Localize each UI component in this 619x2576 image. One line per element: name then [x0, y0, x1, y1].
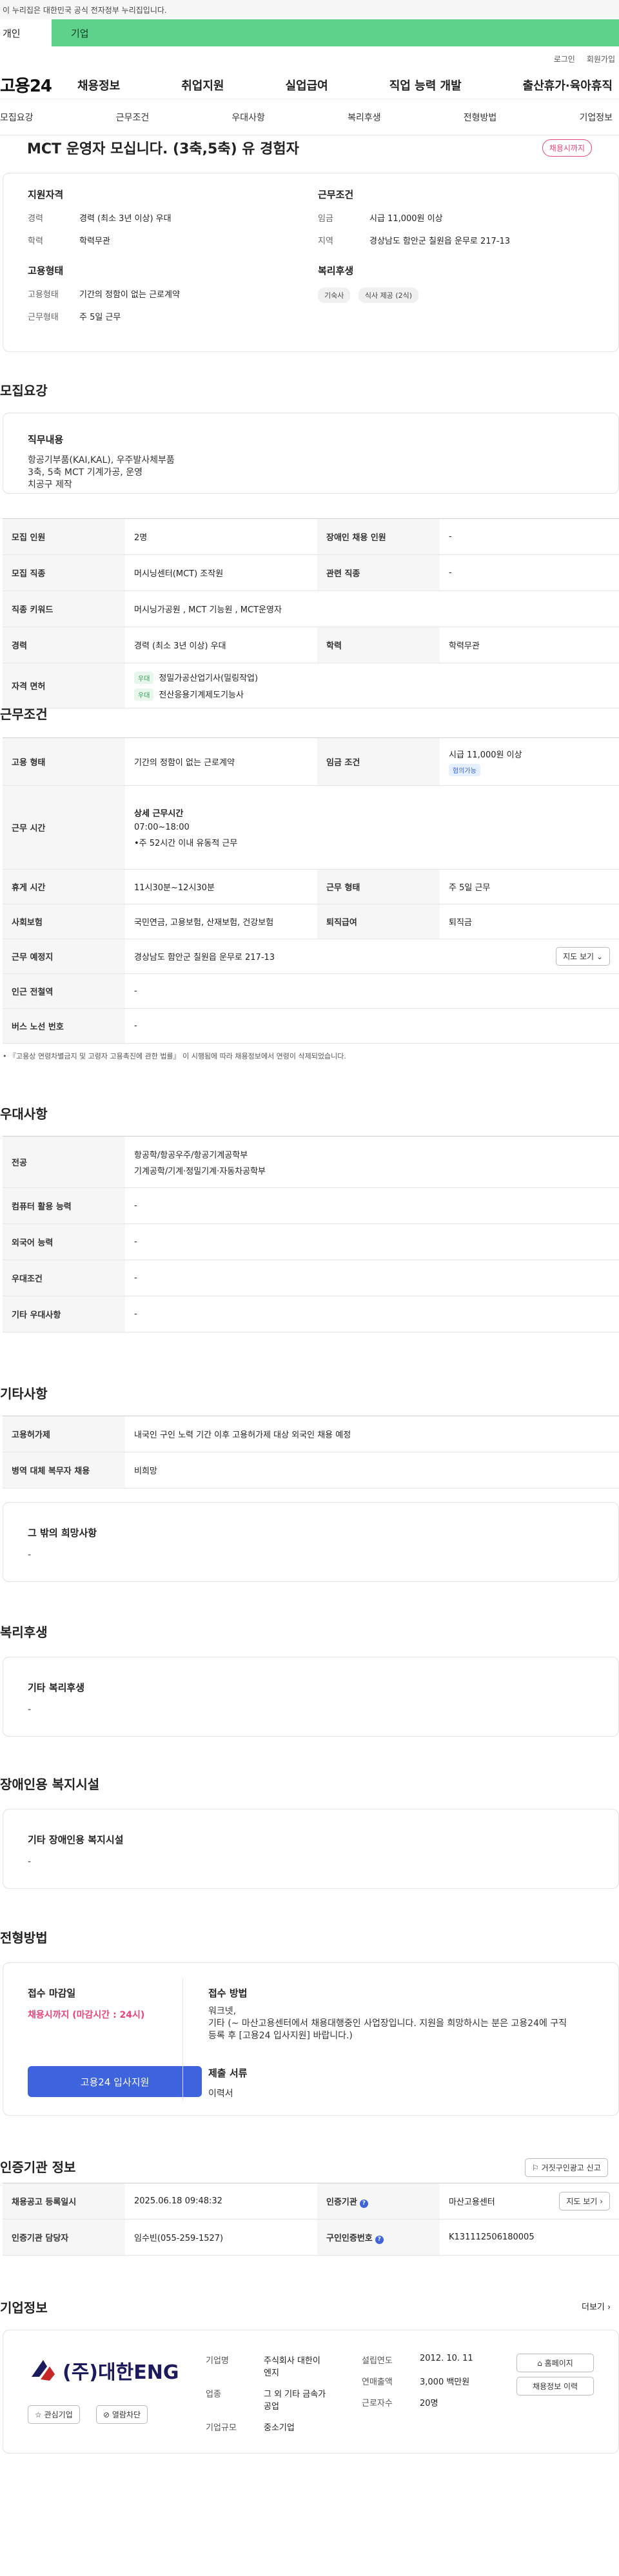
- table-row: 근무 예정지 경상남도 함안군 칠원읍 운무로 217-13 지도 보기 ⌄: [3, 939, 619, 974]
- summary-conditions: 근무조건 임금 시급 11,000원 이상 지역 경상남도 함안군 칠원읍 운무로 …: [318, 189, 511, 246]
- welfare-pill: 기숙사: [318, 288, 351, 303]
- agency-map-button[interactable]: 지도 보기 ›: [559, 2192, 610, 2210]
- table-row: 고용허가제 내국인 구인 노력 기간 이후 고용허가제 대상 외국인 채용 예정: [3, 1416, 619, 1452]
- table-row: 고용 형태 기간의 정함이 없는 근로계약 임금 조건 시급 11,000원 이…: [3, 737, 619, 786]
- site-logo[interactable]: 고용24: [0, 73, 77, 97]
- table-row: 경력 경력 (최소 3년 이상) 우대 학력 학력무관: [3, 627, 619, 663]
- status-badge: 채용시까지: [542, 139, 592, 157]
- table-row: 채용공고 등록일시 2025.06.18 09:48:32 인증기관? 마산고용…: [3, 2183, 619, 2220]
- company-emblem-icon: [28, 2355, 59, 2386]
- table-row: 휴게 시간 11시30분~12시30분 근무 형태 주 5일 근무: [3, 869, 619, 904]
- table-row: 모집 직종 머시닝센터(MCT) 조작원 관련 직종 -: [3, 554, 619, 591]
- company-box: (주)대한ENG ☆ 관심기업 ⊘ 열람차단 기업명 주식회사 대한이 엔지 업종 그…: [3, 2330, 619, 2454]
- section-title-cert: 인증기관 정보: [0, 2160, 76, 2175]
- subnav-selection[interactable]: 전형방법: [464, 111, 497, 124]
- global-nav: 고용24 채용정보 취업지원 실업급여 직업 능력 개발 출산휴가·육아휴직: [0, 71, 619, 99]
- login-link[interactable]: 로그인: [554, 54, 575, 64]
- homepage-button[interactable]: ⌂ 홈페이지: [516, 2354, 594, 2372]
- cert-table: 채용공고 등록일시 2025.06.18 09:48:32 인증기관? 마산고용…: [3, 2183, 619, 2256]
- job-title-row: MCT 운영자 모십니다. (3축,5축) 유 경험자 채용시까지: [0, 135, 619, 160]
- table-row: 자격 면허 우대 정밀가공산업기사(밀링작업) 우대 전산응용기계제도기능사: [3, 663, 619, 708]
- company-more-link[interactable]: 더보기 ›: [582, 2300, 611, 2312]
- table-row: 사회보험 국민연금, 고용보험, 산재보험, 건강보험 퇴직급여 퇴직금: [3, 904, 619, 939]
- subnav-prefer[interactable]: 우대사항: [231, 111, 265, 124]
- signup-link[interactable]: 회원가입: [587, 54, 615, 64]
- section-nav: 모집요강 근무조건 우대사항 복리후생 전형방법 기업정보: [0, 99, 619, 135]
- prefer-table: 전공 항공학/항공우주/항공기계공학부 기계공학/기계·정밀기계·자동차공학부 …: [3, 1136, 619, 1332]
- section-title-selection: 전형방법: [0, 1930, 48, 1946]
- table-row: 인증기관 담당자 임수빈(055-259-1527) 구인인증번호? K1311…: [3, 2219, 619, 2256]
- chevron-right-icon: ›: [600, 2197, 603, 2206]
- gnb-menu: 채용정보 취업지원 실업급여 직업 능력 개발 출산휴가·육아휴직: [77, 77, 619, 93]
- subnav-welfare[interactable]: 복리후생: [348, 111, 381, 124]
- company-logo: (주)대한ENG: [28, 2355, 179, 2386]
- star-icon: ☆: [35, 2410, 42, 2419]
- chevron-down-icon: ⌄: [596, 952, 603, 961]
- job-history-button[interactable]: 채용정보 이력: [516, 2377, 594, 2395]
- section-title-other: 기타사항: [0, 1386, 48, 1401]
- selection-box: 접수 마감일 채용시까지 (마감시간 : 24시) 고용24 입사지원 접수 방…: [3, 1962, 619, 2116]
- table-row: 인근 전철역 -: [3, 973, 619, 1009]
- table-row: 컴퓨터 활용 능력 -: [3, 1187, 619, 1224]
- tab-personal[interactable]: 개인: [0, 19, 52, 46]
- favorite-company-button[interactable]: ☆ 관심기업: [28, 2405, 80, 2424]
- section-title-recruit: 모집요강: [0, 383, 48, 398]
- section-title-disabled-facilities: 장애인용 복지시설: [0, 1777, 100, 1792]
- report-fake-ad-button[interactable]: ⚐ 거짓구인광고 신고: [525, 2158, 608, 2177]
- gnb-item-jobs[interactable]: 채용정보: [77, 77, 120, 93]
- age-notice: • 『고용상 연령차별금지 및 고령자 고용촉진에 관한 법률』 이 시행됨에 …: [3, 1052, 346, 1060]
- info-icon[interactable]: ?: [359, 2199, 368, 2208]
- block-view-button[interactable]: ⊘ 열람차단: [96, 2405, 148, 2424]
- tab-company[interactable]: 기업: [52, 19, 619, 46]
- section-title-company: 기업정보: [0, 2300, 48, 2316]
- company-info-right: 설립연도 2012. 10. 11 연매출액 3,000 백만원 근로자수 20명: [362, 2354, 473, 2408]
- subnav-recruit[interactable]: 모집요강: [0, 111, 34, 124]
- conditions-table: 고용 형태 기간의 정함이 없는 근로계약 임금 조건 시급 11,000원 이…: [3, 737, 619, 1044]
- section-title-welfare: 복리후생: [0, 1625, 48, 1640]
- table-row: 병역 대체 복무자 채용 비희망: [3, 1452, 619, 1488]
- table-row: 전공 항공학/항공우주/항공기계공학부 기계공학/기계·정밀기계·자동차공학부: [3, 1136, 619, 1188]
- table-row: 우대조건 -: [3, 1260, 619, 1296]
- welfare-box: 기타 복리후생 -: [3, 1657, 619, 1737]
- subnav-company[interactable]: 기업정보: [579, 111, 613, 124]
- content-body: 모집요강 직무내용 항공기부품(KAI,KAL), 우주발사체부품 3축, 5축…: [0, 352, 619, 2504]
- divider: [182, 1978, 183, 2101]
- duty-box: 직무내용 항공기부품(KAI,KAL), 우주발사체부품 3축, 5축 MCT …: [3, 413, 619, 494]
- table-row: 근무 시간 상세 근무시간 07:00~18:00 •주 52시간 이내 유동적…: [3, 785, 619, 870]
- summary-card: 지원자격 경력 경력 (최소 3년 이상) 우대 학력 학력무관 근무조건 임금 시급…: [3, 173, 619, 352]
- gnb-item-unemployment[interactable]: 실업급여: [286, 77, 328, 93]
- gov-banner: 이 누리집은 대한민국 공식 전자정부 누리집입니다.: [0, 0, 619, 19]
- other-etc-box: 그 밖의 희망사항 -: [3, 1502, 619, 1582]
- home-icon: ⌂: [537, 2359, 542, 2368]
- gnb-item-leave[interactable]: 출산휴가·육아휴직: [523, 77, 613, 93]
- site-tabs: 개인 기업: [0, 19, 619, 46]
- company-info-left: 기업명 주식회사 대한이 엔지 업종 그 외 기타 금속가 공업 기업규모 중소기업: [206, 2356, 326, 2433]
- job-title: MCT 운영자 모십니다. (3축,5축) 유 경험자: [27, 141, 299, 157]
- section-title-conditions: 근무조건: [0, 707, 48, 722]
- section-title-prefer: 우대사항: [0, 1106, 48, 1122]
- summary-qualification: 지원자격 경력 경력 (최소 3년 이상) 우대 학력 학력무관: [28, 189, 172, 246]
- recruit-table: 모집 인원 2명 장애인 채용 인원 - 모집 직종 머시닝센터(MCT) 조작…: [3, 518, 619, 708]
- chevron-right-icon: ›: [607, 2303, 611, 2312]
- info-icon[interactable]: ?: [375, 2235, 384, 2244]
- summary-employment: 고용형태 고용형태 기간의 정함이 없는 근로계약 근무형태 주 5일 근무: [28, 265, 180, 322]
- welfare-pill: 식사 제공 (2식): [358, 288, 419, 303]
- table-row: 모집 인원 2명 장애인 채용 인원 -: [3, 518, 619, 555]
- gnb-item-employment-support[interactable]: 취업지원: [181, 77, 224, 93]
- table-row: 버스 노선 번호 -: [3, 1008, 619, 1044]
- subnav-conditions[interactable]: 근무조건: [116, 111, 150, 124]
- block-icon: ⊘: [103, 2410, 110, 2419]
- gnb-item-training[interactable]: 직업 능력 개발: [389, 77, 462, 93]
- table-row: 직종 키워드 머시닝가공원 , MCT 기능원 , MCT운영자: [3, 590, 619, 627]
- report-icon: ⚐: [532, 2163, 539, 2172]
- table-row: 외국어 능력 -: [3, 1224, 619, 1260]
- summary-welfare: 복리후생 기숙사 식사 제공 (2식): [318, 264, 576, 303]
- table-row: 기타 우대사항 -: [3, 1296, 619, 1332]
- map-button[interactable]: 지도 보기 ⌄: [556, 947, 610, 966]
- deadline-value: 채용시까지 (마감시간 : 24시): [28, 2010, 145, 2020]
- other-table: 고용허가제 내국인 구인 노력 기간 이후 고용허가제 대상 외국인 채용 예정…: [3, 1416, 619, 1488]
- disabled-facilities-box: 기타 장애인용 복지시설 -: [3, 1809, 619, 1889]
- apply-button[interactable]: 고용24 입사지원: [28, 2066, 202, 2097]
- util-menu: 로그인 회원가입: [0, 46, 619, 71]
